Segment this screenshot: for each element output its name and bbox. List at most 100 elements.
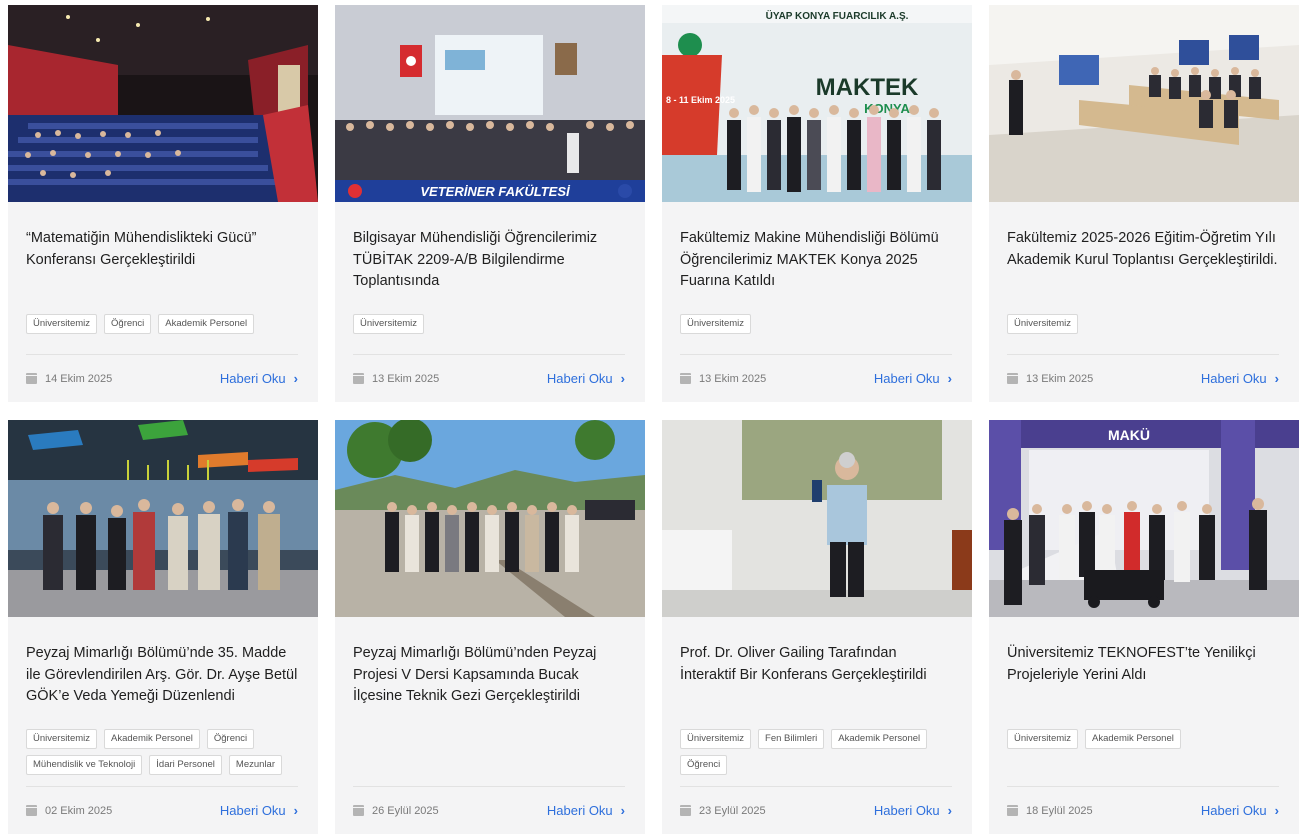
read-more-link[interactable]: Haberi Oku › xyxy=(1201,803,1279,818)
date-text: 26 Eylül 2025 xyxy=(372,804,439,817)
date: 18 Eylül 2025 xyxy=(1007,805,1093,817)
date: 02 Ekim 2025 xyxy=(26,805,112,817)
date-text: 13 Ekim 2025 xyxy=(1026,372,1094,385)
tag[interactable]: Üniversitemiz xyxy=(680,314,752,334)
news-card[interactable]: Peyzaj Mimarlığı Bölümü’nde 35. Madde il… xyxy=(8,420,318,834)
news-title[interactable]: Üniversitemiz TEKNOFEST’te Yenilikçi Pro… xyxy=(1007,643,1281,729)
read-more-link[interactable]: Haberi Oku › xyxy=(220,371,298,386)
news-image[interactable]: ÜYAP KONYA FUARCILIK A.Ş. 8 - 11 Ekim 20… xyxy=(662,5,972,202)
news-grid: “Matematiğin Mühendislikteki Gücü” Konfe… xyxy=(8,5,1299,834)
tag[interactable]: Öğrenci xyxy=(680,755,728,775)
news-image[interactable] xyxy=(8,420,318,617)
chevron-right-icon: › xyxy=(947,803,952,818)
date-text: 18 Eylül 2025 xyxy=(1026,804,1093,817)
date: 13 Ekim 2025 xyxy=(680,373,766,385)
date: 23 Eylül 2025 xyxy=(680,805,766,817)
read-more-label[interactable]: Haberi Oku xyxy=(220,371,286,386)
card-footer: 13 Ekim 2025 Haberi Oku › xyxy=(353,354,625,402)
card-footer: 02 Ekim 2025 Haberi Oku › xyxy=(26,786,298,834)
news-image[interactable] xyxy=(335,420,645,617)
news-card[interactable]: Fakültemiz 2025-2026 Eğitim-Öğretim Yılı… xyxy=(989,5,1299,402)
date: 26 Eylül 2025 xyxy=(353,805,439,817)
tag[interactable]: Öğrenci xyxy=(104,314,152,334)
tag[interactable]: Üniversitemiz xyxy=(1007,729,1079,749)
tag[interactable]: Akademik Personel xyxy=(158,314,255,334)
tag-list: Üniversitemiz xyxy=(353,314,627,334)
banner-text: MAKÜ xyxy=(1108,427,1150,443)
banner-text: MAKTEK xyxy=(816,74,919,101)
tag[interactable]: Fen Bilimleri xyxy=(758,729,825,749)
news-title[interactable]: Fakültemiz Makine Mühendisliği Bölümü Öğ… xyxy=(680,228,954,314)
read-more-label[interactable]: Haberi Oku xyxy=(547,803,613,818)
read-more-label[interactable]: Haberi Oku xyxy=(1201,371,1267,386)
news-image[interactable] xyxy=(989,5,1299,202)
read-more-label[interactable]: Haberi Oku xyxy=(874,371,940,386)
news-card[interactable]: Prof. Dr. Oliver Gailing Tarafından İnte… xyxy=(662,420,972,834)
read-more-link[interactable]: Haberi Oku › xyxy=(1201,371,1279,386)
tag[interactable]: Mezunlar xyxy=(228,755,282,775)
card-footer: 14 Ekim 2025 Haberi Oku › xyxy=(26,354,298,402)
news-card[interactable]: ÜYAP KONYA FUARCILIK A.Ş. 8 - 11 Ekim 20… xyxy=(662,5,972,402)
read-more-label[interactable]: Haberi Oku xyxy=(874,803,940,818)
tag[interactable]: Üniversitemiz xyxy=(1007,314,1079,334)
date: 13 Ekim 2025 xyxy=(1007,373,1093,385)
news-image[interactable]: MAKÜ xyxy=(989,420,1299,617)
tag-list: Üniversitemiz xyxy=(680,314,954,334)
card-footer: 13 Ekim 2025 Haberi Oku › xyxy=(1007,354,1279,402)
tag[interactable]: Üniversitemiz xyxy=(26,729,98,749)
news-image[interactable]: VETERİNER FAKÜLTESİ xyxy=(335,5,645,202)
read-more-link[interactable]: Haberi Oku › xyxy=(547,371,625,386)
chevron-right-icon: › xyxy=(293,371,298,386)
tag[interactable]: Üniversitemiz xyxy=(680,729,752,749)
chevron-right-icon: › xyxy=(293,803,298,818)
read-more-link[interactable]: Haberi Oku › xyxy=(547,803,625,818)
tag[interactable]: Akademik Personel xyxy=(831,729,928,749)
tag[interactable]: Üniversitemiz xyxy=(353,314,425,334)
tag-list: Üniversitemiz xyxy=(1007,314,1281,334)
card-footer: 18 Eylül 2025 Haberi Oku › xyxy=(1007,786,1279,834)
tag-list: Üniversitemiz Fen Bilimleri Akademik Per… xyxy=(680,729,954,781)
news-card[interactable]: VETERİNER FAKÜLTESİ Bilgisayar Mühendisl… xyxy=(335,5,645,402)
tag[interactable]: İdari Personel xyxy=(149,755,222,775)
news-card[interactable]: Peyzaj Mimarlığı Bölümü’nden Peyzaj Proj… xyxy=(335,420,645,834)
chevron-right-icon: › xyxy=(620,803,625,818)
read-more-label[interactable]: Haberi Oku xyxy=(220,803,286,818)
read-more-link[interactable]: Haberi Oku › xyxy=(220,803,298,818)
date-text: 23 Eylül 2025 xyxy=(699,804,766,817)
calendar-icon xyxy=(680,373,691,384)
card-footer: 13 Ekim 2025 Haberi Oku › xyxy=(680,354,952,402)
calendar-icon xyxy=(680,805,691,816)
read-more-label[interactable]: Haberi Oku xyxy=(547,371,613,386)
date: 14 Ekim 2025 xyxy=(26,373,112,385)
tag[interactable]: Öğrenci xyxy=(206,729,255,749)
tag[interactable]: Akademik Personel xyxy=(104,729,200,749)
news-card[interactable]: MAKÜ Üniversitemiz TEKNOFEST’te Yenilikç… xyxy=(989,420,1299,834)
news-title[interactable]: “Matematiğin Mühendislikteki Gücü” Konfe… xyxy=(26,228,300,314)
news-card[interactable]: “Matematiğin Mühendislikteki Gücü” Konfe… xyxy=(8,5,318,402)
card-footer: 23 Eylül 2025 Haberi Oku › xyxy=(680,786,952,834)
tag[interactable]: Mühendislik ve Teknoloji xyxy=(26,755,143,775)
date-text: 02 Ekim 2025 xyxy=(45,804,113,817)
banner-top-text: ÜYAP KONYA FUARCILIK A.Ş. xyxy=(766,9,909,22)
news-title[interactable]: Fakültemiz 2025-2026 Eğitim-Öğretim Yılı… xyxy=(1007,228,1281,314)
calendar-icon xyxy=(353,805,364,816)
banner-text: VETERİNER FAKÜLTESİ xyxy=(420,184,571,199)
tag[interactable]: Üniversitemiz xyxy=(26,314,98,334)
news-title[interactable]: Bilgisayar Mühendisliği Öğrencilerimiz T… xyxy=(353,228,627,314)
news-image[interactable] xyxy=(8,5,318,202)
news-title[interactable]: Peyzaj Mimarlığı Bölümü’nde 35. Madde il… xyxy=(26,643,300,729)
calendar-icon xyxy=(1007,373,1018,384)
news-title[interactable]: Peyzaj Mimarlığı Bölümü’nden Peyzaj Proj… xyxy=(353,643,627,729)
read-more-link[interactable]: Haberi Oku › xyxy=(874,803,952,818)
calendar-icon xyxy=(26,373,37,384)
card-footer: 26 Eylül 2025 Haberi Oku › xyxy=(353,786,625,834)
banner-dates: 8 - 11 Ekim 2025 xyxy=(666,95,735,105)
date-text: 13 Ekim 2025 xyxy=(699,372,767,385)
read-more-label[interactable]: Haberi Oku xyxy=(1201,803,1267,818)
news-image[interactable] xyxy=(662,420,972,617)
news-title[interactable]: Prof. Dr. Oliver Gailing Tarafından İnte… xyxy=(680,643,954,729)
read-more-link[interactable]: Haberi Oku › xyxy=(874,371,952,386)
tag[interactable]: Akademik Personel xyxy=(1085,729,1181,749)
tag-list: Üniversitemiz Akademik Personel xyxy=(1007,729,1281,781)
calendar-icon xyxy=(1007,805,1018,816)
